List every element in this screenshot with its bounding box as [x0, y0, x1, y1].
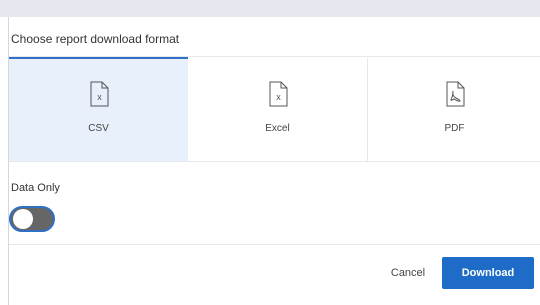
options-section: Data Only	[9, 162, 540, 245]
dialog-footer: Cancel Download	[9, 245, 540, 305]
dialog-title: Choose report download format	[9, 17, 540, 57]
format-option-csv[interactable]: x CSV	[9, 57, 188, 161]
pdf-file-icon	[446, 81, 464, 107]
format-option-excel[interactable]: x Excel	[188, 57, 368, 161]
download-button[interactable]: Download	[442, 257, 534, 289]
background-strip	[0, 0, 540, 17]
excel-file-icon: x	[269, 81, 287, 107]
toggle-knob	[13, 209, 33, 229]
data-only-toggle[interactable]	[9, 206, 55, 232]
svg-text:x: x	[276, 92, 281, 102]
format-options: x CSV x Excel PDF	[9, 57, 540, 162]
svg-text:x: x	[97, 92, 102, 102]
cancel-button[interactable]: Cancel	[377, 257, 439, 289]
download-format-dialog: Choose report download format x CSV x Ex…	[8, 17, 540, 305]
format-label-csv: CSV	[88, 123, 109, 134]
csv-file-icon: x	[90, 81, 108, 107]
format-label-excel: Excel	[265, 123, 290, 134]
data-only-label: Data Only	[11, 182, 60, 194]
format-label-pdf: PDF	[444, 123, 465, 134]
format-option-pdf[interactable]: PDF	[368, 57, 540, 161]
